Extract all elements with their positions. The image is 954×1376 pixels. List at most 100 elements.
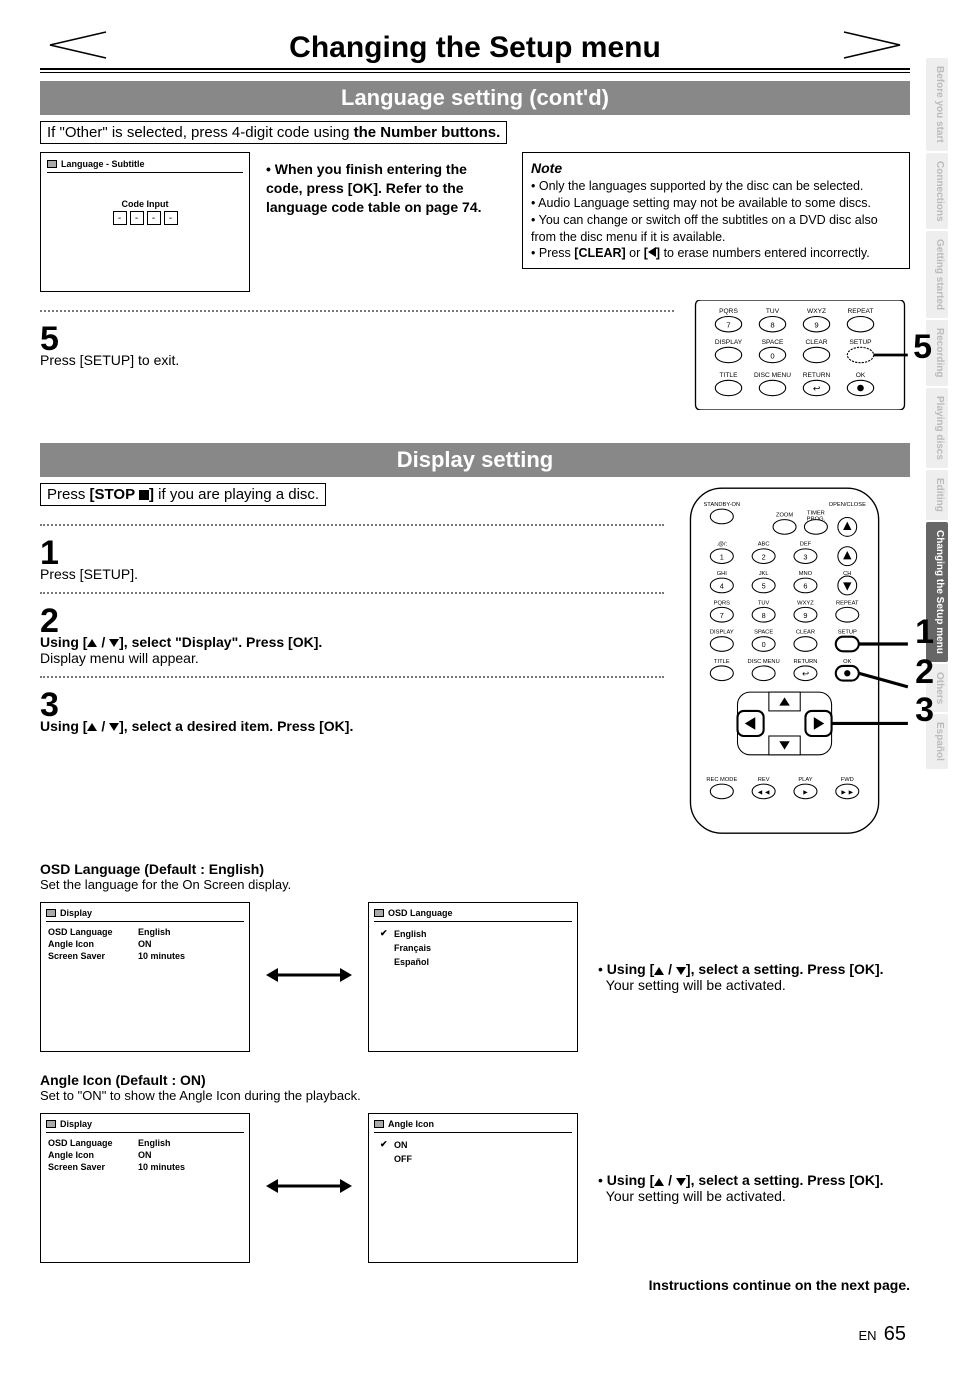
display-menu-box: Display OSD LanguageEnglish Angle IconON…: [40, 902, 250, 1052]
step-5-text: Press [SETUP] to exit.: [40, 352, 179, 368]
svg-text:TIMER: TIMER: [807, 510, 825, 516]
callout-2: 2: [915, 655, 934, 689]
svg-text:DEF: DEF: [800, 542, 812, 548]
instruction-press-stop: Press [STOP ] if you are playing a disc.: [40, 483, 326, 506]
svg-text:RETURN: RETURN: [794, 659, 818, 665]
step-3-number: 3: [40, 688, 664, 722]
instruction-other-code: If "Other" is selected, press 4-digit co…: [40, 121, 507, 144]
svg-text:7: 7: [720, 611, 724, 620]
step-5-number: 5: [40, 322, 179, 356]
up-arrow-icon: [87, 639, 97, 647]
remote-fragment-step5: PQRS TUV WXYZ REPEAT 7 8 9 DISPLAY SPACE…: [690, 300, 910, 413]
select-setting-text-1: • Using [ / ], select a setting. Press […: [592, 961, 910, 993]
svg-text:OPEN/CLOSE: OPEN/CLOSE: [829, 502, 866, 508]
up-arrow-icon: [654, 967, 664, 975]
check-icon: ✔: [380, 928, 390, 939]
step-1-number: 1: [40, 536, 664, 570]
page-title: Changing the Setup menu: [116, 31, 834, 65]
step-2-text: Using [ / ], select "Display". Press [OK…: [40, 634, 664, 666]
svg-text:8: 8: [770, 321, 774, 330]
svg-text:GHI: GHI: [717, 571, 728, 577]
up-arrow-icon: [87, 723, 97, 731]
svg-text:REPEAT: REPEAT: [848, 308, 874, 315]
angle-icon-select-box: Angle Icon ✔ON OFF: [368, 1113, 578, 1263]
svg-text:CLEAR: CLEAR: [806, 339, 828, 346]
svg-text:DISC MENU: DISC MENU: [754, 372, 791, 379]
svg-text:ABC: ABC: [758, 542, 770, 548]
svg-text:TITLE: TITLE: [720, 372, 739, 379]
title-chevron-left-icon: [40, 30, 116, 66]
angle-icon-desc: Set to "ON" to show the Angle Icon durin…: [40, 1088, 910, 1103]
page-footer: EN 65: [40, 1293, 910, 1346]
svg-text:8: 8: [762, 611, 766, 620]
down-arrow-icon: [676, 967, 686, 975]
svg-text:PQRS: PQRS: [714, 600, 730, 606]
svg-text:TUV: TUV: [766, 308, 780, 315]
svg-text:0: 0: [770, 351, 774, 360]
section-band-display: Display setting: [40, 443, 910, 477]
check-icon: ✔: [380, 1139, 390, 1150]
step-1-text: Press [SETUP].: [40, 566, 664, 582]
svg-text:SETUP: SETUP: [838, 630, 857, 636]
side-tab-getting-started: Getting started: [926, 231, 948, 318]
svg-text:REC MODE: REC MODE: [706, 777, 737, 783]
svg-text:WXYZ: WXYZ: [807, 308, 826, 315]
select-setting-text-2: • Using [ / ], select a setting. Press […: [592, 1172, 910, 1204]
svg-text:STANDBY-ON: STANDBY-ON: [703, 502, 740, 508]
display-menu-box-2: Display OSD LanguageEnglish Angle IconON…: [40, 1113, 250, 1263]
osd-code-input-box: Language - Subtitle Code Input ----: [40, 152, 250, 292]
side-tab-connections: Connections: [926, 153, 948, 230]
svg-text:9: 9: [814, 321, 818, 330]
svg-text:FWD: FWD: [841, 777, 854, 783]
svg-text:REV: REV: [758, 777, 770, 783]
svg-text:►►: ►►: [840, 788, 854, 797]
left-arrow-icon: [648, 247, 656, 257]
code-input-field: ----: [51, 211, 239, 225]
osd-language-select-box: OSD Language ✔English Français Español: [368, 902, 578, 1052]
code-input-label: Code Input: [51, 199, 239, 209]
callout-1: 1: [915, 615, 934, 649]
svg-text:◄◄: ◄◄: [756, 788, 770, 797]
down-arrow-icon: [109, 723, 119, 731]
svg-text:5: 5: [762, 582, 766, 591]
svg-text:CLEAR: CLEAR: [796, 630, 815, 636]
svg-text:JKL: JKL: [759, 571, 769, 577]
osd-language-heading: OSD Language (Default : English): [40, 861, 910, 877]
svg-text:ZOOM: ZOOM: [776, 512, 793, 518]
svg-text:↩: ↩: [802, 668, 809, 678]
svg-text:TITLE: TITLE: [714, 659, 730, 665]
continue-text: Instructions continue on the next page.: [40, 1277, 910, 1293]
double-arrow-icon: [264, 963, 354, 992]
svg-text:OK: OK: [843, 659, 851, 665]
down-arrow-icon: [109, 639, 119, 647]
svg-text:7: 7: [726, 321, 730, 330]
svg-text:TUV: TUV: [758, 600, 770, 606]
svg-text:↩: ↩: [813, 383, 821, 393]
svg-text:4: 4: [720, 582, 724, 591]
remote-full-diagram: STANDBY-ON OPEN/CLOSE ZOOM TIMER PROG. .…: [680, 483, 910, 841]
when-finish-text: • When you finish entering the code, pre…: [266, 152, 506, 217]
svg-text:PQRS: PQRS: [719, 308, 738, 315]
double-arrow-icon: [264, 1174, 354, 1203]
osd-language-desc: Set the language for the On Screen displ…: [40, 877, 910, 892]
svg-text:DISPLAY: DISPLAY: [715, 339, 743, 346]
title-chevron-right-icon: [834, 30, 910, 66]
callout-5: 5: [913, 330, 932, 364]
svg-text:MNO: MNO: [799, 571, 813, 577]
up-arrow-icon: [654, 1178, 664, 1186]
svg-text:SPACE: SPACE: [754, 630, 773, 636]
svg-text:1: 1: [720, 552, 724, 561]
svg-text:2: 2: [762, 552, 766, 561]
svg-text:WXYZ: WXYZ: [797, 600, 814, 606]
step-3-text: Using [ / ], select a desired item. Pres…: [40, 718, 664, 734]
svg-text:PLAY: PLAY: [798, 777, 812, 783]
svg-text:►: ►: [802, 788, 809, 797]
svg-text:6: 6: [803, 582, 807, 591]
section-band-language: Language setting (cont'd): [40, 81, 910, 115]
side-tab-playing: Playing discs: [926, 388, 948, 468]
angle-icon-heading: Angle Icon (Default : ON): [40, 1072, 910, 1088]
note-box: Note • Only the languages supported by t…: [522, 152, 910, 269]
step-2-number: 2: [40, 604, 664, 638]
svg-text:RETURN: RETURN: [803, 372, 831, 379]
side-tab-editing: Editing: [926, 470, 948, 520]
